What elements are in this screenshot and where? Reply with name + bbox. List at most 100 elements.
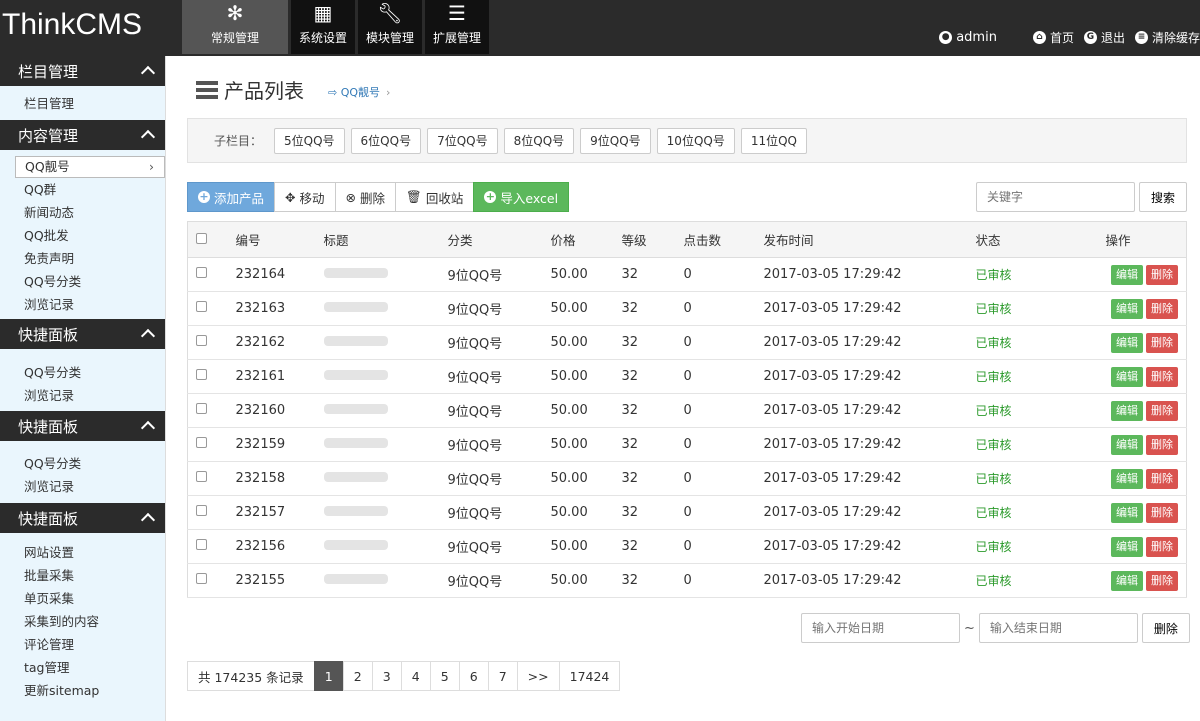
sidebar-item[interactable]: tag管理 [0,656,165,679]
logout-link[interactable]: G 退出 [1083,29,1125,46]
sidebar-item[interactable]: QQ号分类 [0,452,165,475]
edit-button[interactable]: 编辑 [1111,400,1143,421]
row-checkbox[interactable] [196,437,207,448]
sidebar-section-header[interactable]: 快捷面板 [0,319,165,349]
page-button[interactable]: 7 [487,661,518,691]
subcategory-chip[interactable]: 5位QQ号 [274,127,345,154]
page-button-active[interactable]: 1 [313,661,344,691]
sidebar-item[interactable]: 免责声明 [0,247,165,270]
cell-title[interactable] [323,427,448,462]
sidebar-item[interactable]: 评论管理 [0,633,165,656]
topnav-general[interactable]: ✻ 常规管理 [182,0,288,54]
sidebar-item[interactable]: 浏览记录 [0,384,165,407]
row-delete-button[interactable]: 删除 [1146,468,1178,489]
row-delete-button[interactable]: 删除 [1146,400,1178,421]
clear-cache-link[interactable]: ≡ 清除缓存 [1134,29,1200,46]
sidebar-item[interactable]: QQ群 [0,178,165,201]
sidebar-item[interactable]: 批量采集 [0,564,165,587]
home-link[interactable]: ⌂ 首页 [1032,29,1074,46]
sidebar-item[interactable]: 更新sitemap [0,679,165,702]
cell-title[interactable] [323,461,448,496]
user-menu[interactable]: ● admin [939,30,997,45]
topnav-system[interactable]: ▦ 系统设置 [291,0,355,54]
page-button[interactable]: 2 [342,661,373,691]
delete-button[interactable]: ⊗ 删除 [334,182,397,212]
sidebar-item[interactable]: 单页采集 [0,587,165,610]
row-checkbox[interactable] [196,539,207,550]
row-delete-button[interactable]: 删除 [1146,502,1178,523]
topnav-modules[interactable]: 🔧︎ 模块管理 [358,0,422,54]
breadcrumb[interactable]: ⇨ QQ靓号 › [328,84,390,100]
end-date-input[interactable] [978,613,1138,643]
page-button[interactable]: 5 [429,661,460,691]
sidebar-item[interactable]: QQ号分类 [0,361,165,384]
sidebar-item[interactable]: QQ号分类 [0,270,165,293]
date-delete-button[interactable]: 删除 [1141,613,1190,643]
row-checkbox[interactable] [196,335,207,346]
page-button[interactable]: 3 [371,661,402,691]
row-delete-button[interactable]: 删除 [1146,366,1178,387]
topnav-extensions[interactable]: ☰ 扩展管理 [425,0,489,54]
move-button[interactable]: ✥ 移动 [274,182,336,212]
cell-title[interactable] [323,325,448,360]
edit-button[interactable]: 编辑 [1111,332,1143,353]
search-button[interactable]: 搜索 [1139,182,1187,212]
subcategory-chip[interactable]: 11位QQ [740,127,808,154]
sidebar-item[interactable]: QQ批发 [0,224,165,247]
edit-button[interactable]: 编辑 [1111,298,1143,319]
page-button[interactable]: 6 [458,661,489,691]
brand-logo[interactable]: ThinkCMS [2,8,142,42]
sidebar-item[interactable]: 浏览记录 [0,475,165,498]
row-checkbox[interactable] [196,471,207,482]
row-checkbox[interactable] [196,573,207,584]
cell-title[interactable] [323,393,448,428]
sidebar-item[interactable]: 网站设置 [0,541,165,564]
subcategory-chip[interactable]: 10位QQ号 [656,127,735,154]
edit-button[interactable]: 编辑 [1111,536,1143,557]
sidebar-section-header[interactable]: 内容管理 [0,120,165,150]
edit-button[interactable]: 编辑 [1111,434,1143,455]
subcategory-chip[interactable]: 6位QQ号 [350,127,422,154]
sidebar-item-active[interactable]: QQ靓号 › [15,156,165,178]
row-checkbox[interactable] [196,301,207,312]
row-checkbox[interactable] [196,505,207,516]
subcategory-chip[interactable]: 8位QQ号 [503,127,575,154]
recycle-bin-button[interactable]: 🗑︎ 回收站 [395,182,475,212]
row-checkbox[interactable] [196,369,207,380]
sidebar-item[interactable]: 浏览记录 [0,293,165,316]
sidebar-section-header[interactable]: 栏目管理 [0,56,165,86]
sidebar-item[interactable]: 采集到的内容 [0,610,165,633]
edit-button[interactable]: 编辑 [1111,468,1143,489]
start-date-input[interactable] [801,613,960,643]
row-checkbox[interactable] [196,267,207,278]
header-select-all[interactable] [187,221,236,258]
edit-button[interactable]: 编辑 [1111,570,1143,591]
cell-title[interactable] [323,291,448,326]
cell-title[interactable] [323,529,448,564]
add-product-button[interactable]: + 添加产品 [187,182,276,212]
sidebar-item[interactable]: 新闻动态 [0,201,165,224]
row-delete-button[interactable]: 删除 [1146,434,1178,455]
sidebar-section-header[interactable]: 快捷面板 [0,503,165,533]
subcategory-chip[interactable]: 9位QQ号 [580,127,651,154]
page-button[interactable]: 4 [400,661,431,691]
checkbox[interactable] [196,233,207,244]
page-next-button[interactable]: >> [516,661,560,691]
edit-button[interactable]: 编辑 [1111,502,1143,523]
sidebar-item[interactable]: 栏目管理 [0,92,165,115]
edit-button[interactable]: 编辑 [1111,366,1143,387]
cell-title[interactable] [323,359,448,394]
import-excel-button[interactable]: + 导入excel [473,182,570,212]
cell-title[interactable] [323,257,448,292]
cell-title[interactable] [323,495,448,530]
search-input[interactable] [976,182,1135,212]
row-delete-button[interactable]: 删除 [1146,570,1178,591]
subcategory-chip[interactable]: 7位QQ号 [427,127,498,154]
row-delete-button[interactable]: 删除 [1146,332,1178,353]
row-delete-button[interactable]: 删除 [1146,298,1178,319]
page-last-button[interactable]: 17424 [558,661,621,691]
row-checkbox[interactable] [196,403,207,414]
edit-button[interactable]: 编辑 [1111,264,1143,285]
row-delete-button[interactable]: 删除 [1146,536,1178,557]
sidebar-section-header[interactable]: 快捷面板 [0,411,165,441]
